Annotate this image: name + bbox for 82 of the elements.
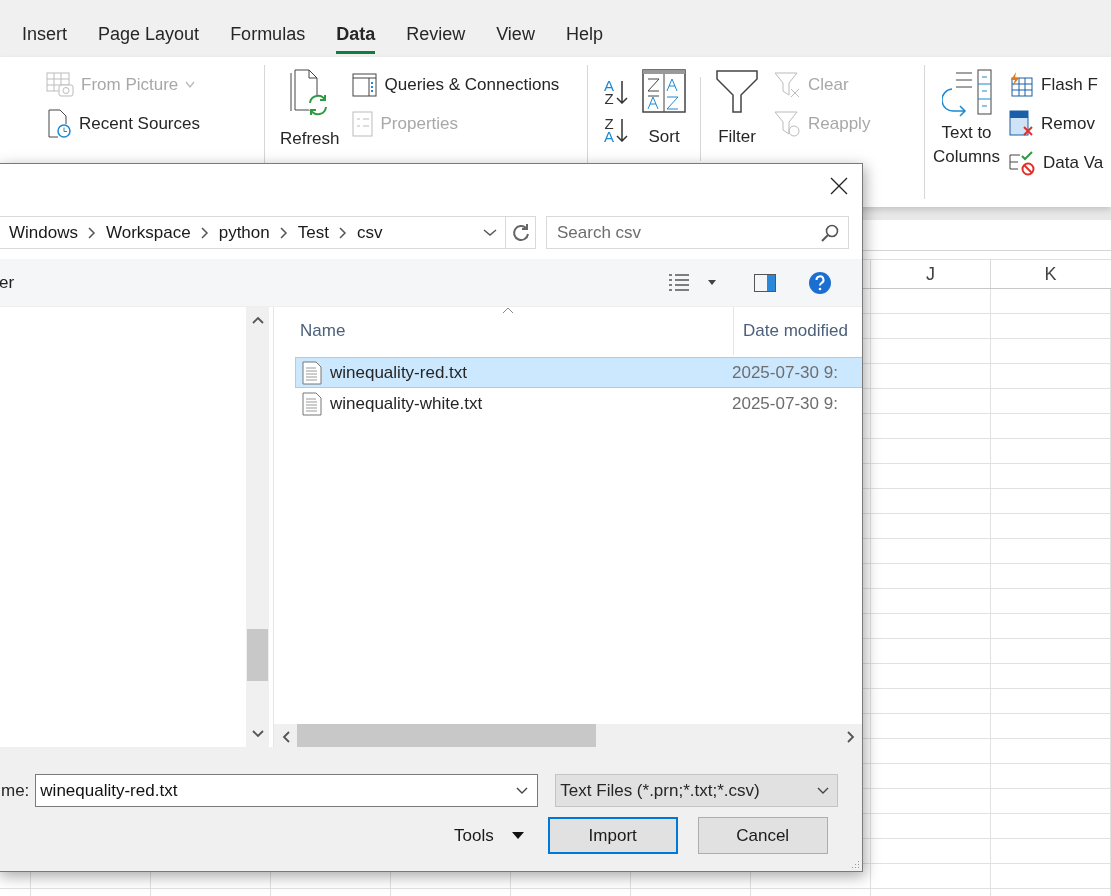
chevron-down-icon: [516, 786, 529, 795]
ribbon-tab[interactable]: Data: [336, 0, 376, 54]
text-file-icon: [302, 360, 322, 385]
chevron-left-icon: [281, 731, 290, 743]
chevron-right-icon: [279, 226, 288, 239]
preview-pane-icon: [754, 273, 776, 292]
file-type-dropdown[interactable]: Text Files (*.prn;*.txt;*.csv): [555, 774, 839, 807]
chevron-down-icon: [483, 228, 497, 237]
filter-button[interactable]: Filter: [715, 65, 759, 199]
file-name-label: me:: [0, 780, 30, 801]
address-bar[interactable]: Windows Workspace python Test csv: [0, 216, 536, 249]
table-x-icon: [1008, 109, 1035, 138]
close-icon: [830, 177, 848, 195]
breadcrumb[interactable]: Workspace: [105, 222, 191, 243]
column-header[interactable]: Name: [274, 307, 733, 355]
sort-dialog-icon: [642, 69, 686, 113]
ribbon-tab[interactable]: Insert: [22, 0, 68, 54]
chevron-right-icon: [338, 226, 347, 239]
file-name: winequality-red.txt: [330, 362, 467, 383]
breadcrumb[interactable]: python: [218, 222, 270, 243]
tools-menu-button[interactable]: Tools: [454, 825, 524, 846]
horizontal-scrollbar[interactable]: [274, 724, 862, 747]
panel-icon: [351, 71, 378, 98]
file-row[interactable]: winequality-red.txt 2025-07-30 9:: [295, 357, 862, 388]
ribbon-tab[interactable]: Review: [406, 0, 466, 54]
chevron-right-icon: [87, 226, 96, 239]
file-name: winequality-white.txt: [330, 393, 483, 414]
search-icon: [821, 223, 839, 242]
funnel-icon: [715, 69, 759, 113]
file-date: 2025-07-30 9:: [732, 362, 838, 383]
scroll-thumb[interactable]: [297, 724, 596, 747]
ribbon-command[interactable]: Queries & Connections: [351, 65, 560, 104]
chevron-up-icon: [251, 316, 264, 324]
text-to-columns-button[interactable]: Text to Columns: [933, 65, 1001, 199]
ribbon-tab[interactable]: View: [496, 0, 535, 54]
sort-descending-button[interactable]: Z A: [604, 117, 628, 143]
breadcrumb[interactable]: csv: [356, 222, 383, 243]
column-header[interactable]: J: [870, 260, 990, 288]
arrow-down-icon: [616, 80, 628, 104]
refresh-icon: [511, 223, 530, 242]
ribbon-command[interactable]: Recent Sources: [46, 104, 200, 143]
chevron-down-icon: [817, 786, 830, 795]
table-camera-icon: [46, 71, 74, 98]
new-folder-button[interactable]: er: [0, 265, 15, 300]
ribbon-command[interactable]: Flash F: [1008, 65, 1104, 104]
help-icon: [808, 270, 832, 295]
chevron-right-icon: [846, 731, 855, 743]
column-header[interactable]: K: [990, 260, 1110, 288]
ribbon-tab[interactable]: Formulas: [230, 0, 306, 54]
caret-icon: [511, 832, 524, 839]
breadcrumb[interactable]: Test: [297, 222, 329, 243]
funnel-refresh-icon: [773, 109, 801, 138]
details-view-icon: [668, 272, 690, 293]
file-name-field[interactable]: winequality-red.txt: [35, 774, 539, 807]
chevron-down-icon: [251, 730, 264, 738]
breadcrumb[interactable]: Windows: [9, 222, 78, 243]
validation-icon: [1008, 149, 1037, 176]
chevron-right-icon: [200, 226, 209, 239]
column-header[interactable]: Date modified: [733, 307, 862, 355]
vertical-scrollbar[interactable]: [246, 307, 269, 747]
arrow-down-icon: [616, 118, 628, 142]
dialog-button[interactable]: Cancel: [697, 817, 828, 854]
file-date: 2025-07-30 9:: [732, 393, 838, 414]
dialog-button[interactable]: Import: [547, 817, 678, 854]
sort-button[interactable]: Sort: [642, 65, 686, 199]
ribbon-command[interactable]: Remov: [1008, 104, 1104, 143]
chevron-down-icon: [185, 80, 196, 89]
text-file-icon: [302, 391, 322, 416]
sort-up-icon: [502, 307, 514, 314]
sort-ascending-button[interactable]: A Z: [604, 79, 628, 105]
funnel-x-icon: [773, 70, 801, 99]
search-field[interactable]: Search csv: [546, 216, 849, 249]
ribbon-command[interactable]: Data Va: [1008, 143, 1104, 182]
text-to-columns-icon: [941, 69, 992, 117]
ribbon-tab[interactable]: Help: [565, 0, 603, 54]
document-clock-icon: [46, 108, 72, 139]
scroll-thumb[interactable]: [247, 629, 268, 681]
ribbon-tab[interactable]: Page Layout: [98, 0, 200, 54]
file-row[interactable]: winequality-white.txt 2025-07-30 9:: [295, 388, 862, 419]
lightning-table-icon: [1008, 71, 1035, 98]
properties-icon: [351, 110, 374, 137]
caret-icon: [708, 280, 716, 285]
